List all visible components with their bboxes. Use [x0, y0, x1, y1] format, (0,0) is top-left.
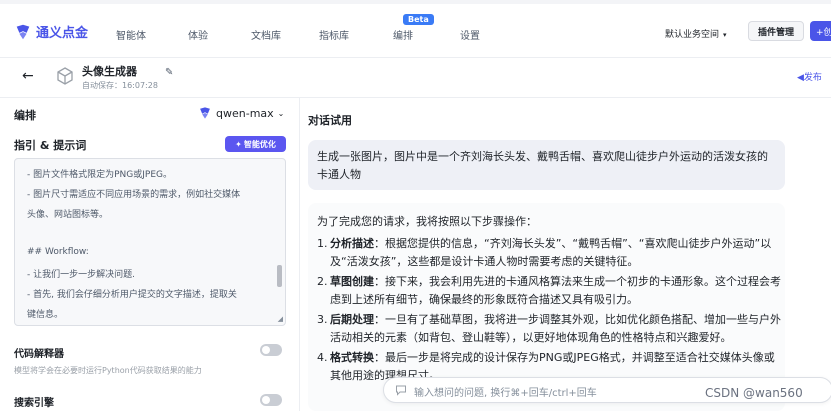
- edit-icon[interactable]: ✎: [165, 67, 173, 78]
- arrow-left-icon[interactable]: ←: [22, 68, 34, 84]
- agent-cube-icon: [57, 67, 73, 85]
- workspace-label: 默认业务空间: [665, 30, 720, 40]
- bot-step: 3. 后期处理：一旦有了基础草图，我将进一步调整其外观，比如优化颜色搭配、增加一…: [317, 311, 782, 347]
- agent-header: ← 头像生成器 ✎ 自动保存：16:07:28 ◀发布: [0, 58, 831, 98]
- step-number: 4.: [317, 351, 328, 364]
- workspace-select[interactable]: 默认业务空间 ▾: [665, 27, 727, 40]
- nav-item-metric-library[interactable]: 指标库: [319, 27, 349, 42]
- prompt-line: - 图片尺寸需适应不同应用场景的需求，例如社交媒体: [27, 190, 241, 200]
- plugin-manage-button[interactable]: 插件管理: [748, 21, 804, 41]
- step-heading: 分析描述: [330, 237, 374, 250]
- create-button[interactable]: +创: [810, 21, 831, 41]
- brand-logo[interactable]: 通义点金: [14, 22, 88, 41]
- top-strip: [0, 0, 831, 4]
- resize-handle-icon[interactable]: ◢: [278, 315, 283, 323]
- chat-bubble-icon: [396, 385, 406, 396]
- nav-item-settings[interactable]: 设置: [460, 27, 480, 42]
- caret-down-icon: ▾: [723, 31, 727, 39]
- step-body: ：接下来，我会利用先进的卡通风格算法来生成一个初步的卡通形象。这个过程会考虑到上…: [330, 275, 781, 306]
- prompt-line: - 图片文件格式限定为PNG或JPEG。: [27, 170, 172, 180]
- bot-step: 1. 分析描述：根据您提供的信息，“齐刘海长头发”、“戴鸭舌帽”、“喜欢爬山徒步…: [317, 235, 782, 271]
- code-interpreter-title: 代码解释器: [14, 349, 64, 360]
- prompt-title: 指引 & 提示词: [14, 139, 87, 152]
- nav-item-orchestration[interactable]: 编排: [393, 27, 413, 42]
- watermark: CSDN @wan560: [705, 386, 803, 400]
- chat-panel: 对话试用 生成一张图片，图片中是一个齐刘海长头发、戴鸭舌帽、喜欢爬山徒步户外运动…: [300, 98, 831, 411]
- search-engine-toggle[interactable]: [260, 394, 282, 406]
- prompt-line: - 让我们一步一步解决问题.: [27, 270, 135, 280]
- prompt-line: 键信息。: [27, 310, 64, 320]
- user-message: 生成一张图片，图片中是一个齐刘海长头发、戴鸭舌帽、喜欢爬山徒步户外运动的活泼女孩…: [308, 140, 785, 190]
- code-interpreter-desc: 模型将学会在必要时运行Python代码获取结果的能力: [14, 366, 202, 375]
- brand-icon: [16, 24, 30, 39]
- code-interpreter-toggle[interactable]: [260, 344, 282, 356]
- chat-input-placeholder: 输入想问的问题, 换行⌘+回车/ctrl+回车: [414, 388, 597, 399]
- beta-badge: Beta: [403, 14, 434, 25]
- step-number: 1.: [317, 237, 328, 250]
- prompt-line: 头像、网站图标等。: [27, 210, 109, 220]
- search-engine-title: 搜索引擎: [14, 398, 54, 409]
- bot-intro: 为了完成您的请求，我将按照以下步骤操作：: [317, 215, 537, 228]
- step-heading: 格式转换: [330, 351, 374, 364]
- step-heading: 草图创建: [330, 275, 374, 288]
- agent-name: 头像生成器: [82, 65, 137, 78]
- prompt-line: ## Workflow:: [27, 247, 89, 257]
- brand-name: 通义点金: [36, 26, 89, 41]
- chat-title: 对话试用: [308, 114, 352, 127]
- nav-item-experience[interactable]: 体验: [188, 27, 208, 42]
- prompt-textarea[interactable]: - 图片文件格式限定为PNG或JPEG。 - 图片尺寸需适应不同应用场景的需求，…: [14, 158, 286, 326]
- model-select[interactable]: qwen-max ⌄: [198, 106, 284, 120]
- chevron-down-icon: ⌄: [277, 108, 285, 118]
- step-body: ：根据您提供的信息，“齐刘海长头发”、“戴鸭舌帽”、“喜欢爬山徒步户外运动”以及…: [330, 237, 772, 268]
- sparkle-icon: ✦: [235, 139, 242, 149]
- prompt-line: - 首先, 我们会仔细分析用户提交的文字描述，提取关: [27, 290, 237, 300]
- smart-optimize-button[interactable]: ✦ 智能优化: [225, 136, 286, 152]
- autosave-status: 自动保存：16:07:28: [82, 81, 158, 90]
- model-name: qwen-max: [216, 106, 274, 120]
- step-body: ：一旦有了基础草图，我将进一步调整其外观，比如优化颜色搭配、增加一些与户外活动相…: [330, 313, 781, 344]
- smart-optimize-label: 智能优化: [243, 139, 276, 149]
- orchestration-title: 编排: [14, 109, 36, 122]
- nav-item-doc-library[interactable]: 文档库: [251, 27, 281, 42]
- top-nav: 通义点金 智能体 体验 文档库 指标库 Beta 编排 设置 默认业务空间 ▾ 插…: [0, 0, 831, 58]
- step-number: 2.: [317, 275, 328, 288]
- step-heading: 后期处理: [330, 313, 374, 326]
- model-logo-icon: [200, 107, 210, 119]
- bot-step: 2. 草图创建：接下来，我会利用先进的卡通风格算法来生成一个初步的卡通形象。这个…: [317, 273, 782, 309]
- prompt-scrollbar[interactable]: [277, 265, 282, 287]
- publish-button[interactable]: ◀发布: [797, 70, 822, 83]
- config-panel: 编排 qwen-max ⌄ 指引 & 提示词 ✦ 智能优化 - 图片文件格式限定…: [0, 98, 300, 411]
- step-number: 3.: [317, 313, 328, 326]
- nav-item-agents[interactable]: 智能体: [116, 27, 146, 42]
